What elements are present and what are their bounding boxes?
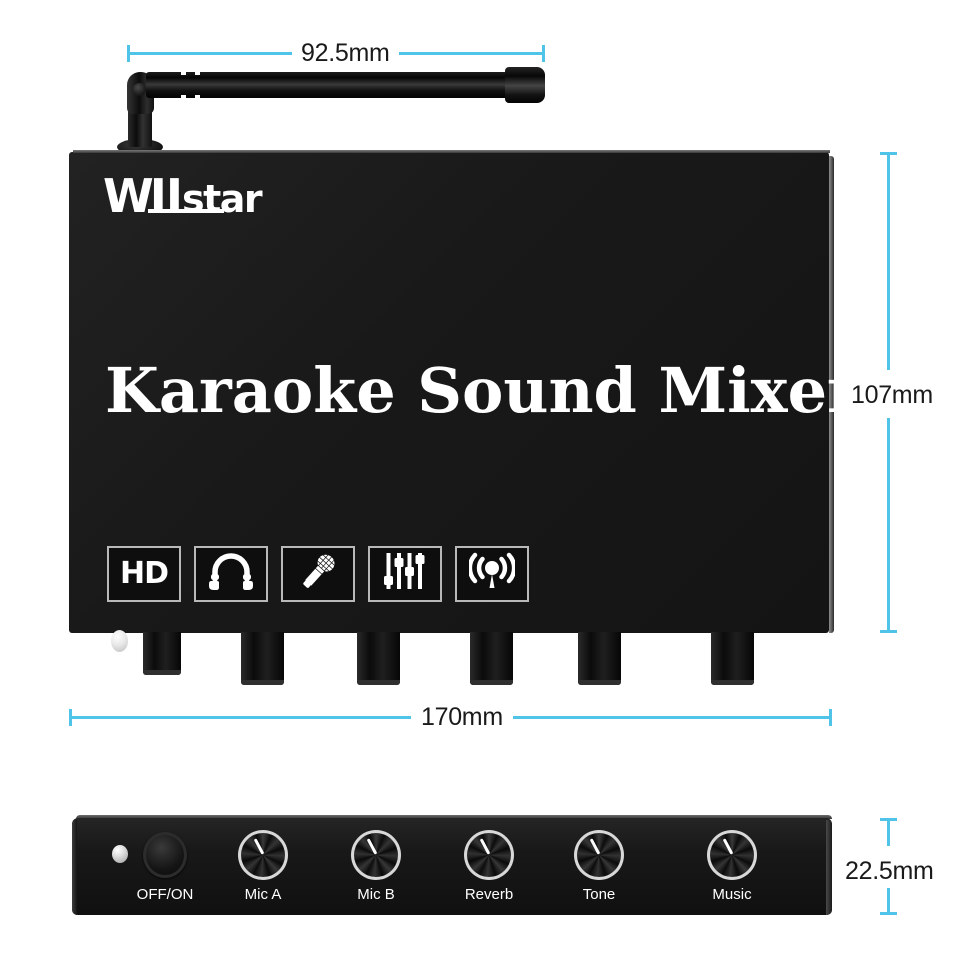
feature-hd: HD	[107, 546, 181, 602]
panel-height-label: 22.5mm	[845, 856, 934, 887]
hd-icon: HD	[119, 556, 169, 591]
antenna-pivot	[133, 83, 146, 96]
knob-mic-a[interactable]	[238, 830, 288, 880]
microphone-icon	[296, 551, 340, 598]
panel-height-cap-bottom	[880, 912, 897, 915]
knob-shaft-5	[578, 632, 621, 685]
antenna-notch-4	[195, 95, 200, 98]
knob-mic-b[interactable]	[351, 830, 401, 880]
panel-height-dimension-line-lower	[887, 888, 890, 915]
knob-mic-b-label: Mic B	[357, 886, 395, 903]
knob-tone[interactable]	[574, 830, 624, 880]
body-width-label: 170mm	[411, 705, 513, 730]
body-height-cap-bottom	[880, 630, 897, 633]
front-panel-right-edge	[826, 820, 832, 915]
knob-shaft-cap-1	[143, 670, 181, 675]
rear-led	[111, 630, 128, 652]
antenna-notch-2	[195, 72, 200, 75]
knob-tone-label: Tone	[582, 886, 616, 903]
body-width-cap-right	[829, 709, 832, 726]
feature-wireless	[455, 546, 529, 602]
logo-part-ii: II	[149, 169, 183, 223]
knob-mic-b-face	[354, 833, 398, 877]
body-height-dimension-line-upper	[887, 152, 890, 370]
power-button[interactable]	[143, 832, 187, 878]
knob-shaft-4	[470, 632, 513, 685]
power-led-indicator	[112, 845, 128, 863]
knob-music-label: Music	[712, 886, 752, 903]
knob-shaft-2	[241, 632, 284, 685]
knob-reverb-indicator	[479, 838, 491, 855]
feature-headphones	[194, 546, 268, 602]
knob-mic-a-label: Mic A	[244, 886, 282, 903]
body-height-cap-top	[880, 152, 897, 155]
product-dimension-diagram: 92.5mm WIIstar Karaoke Sound Mixer HD 10…	[0, 0, 960, 960]
knob-music[interactable]	[707, 830, 757, 880]
power-button-label: OFF/ON	[136, 886, 194, 903]
knob-shaft-1	[143, 632, 181, 675]
knob-shaft-cap-6	[711, 680, 754, 685]
body-height-label: 107mm	[851, 380, 933, 411]
feature-icon-row: HD	[107, 546, 529, 602]
antenna-dimension-cap-left	[127, 45, 130, 62]
knob-mic-a-indicator	[253, 838, 265, 855]
knob-shaft-cap-2	[241, 680, 284, 685]
front-panel-left-edge	[72, 820, 77, 915]
antenna-dimension-label: 92.5mm	[292, 41, 399, 66]
knob-mic-a-face	[241, 833, 285, 877]
page-title: Karaoke Sound Mixer	[105, 354, 860, 427]
headphones-icon	[208, 552, 254, 596]
antenna-tip	[505, 67, 545, 103]
logo-part-star: star	[181, 177, 263, 221]
equalizer-icon	[383, 551, 427, 598]
logo-part-w: W	[103, 169, 154, 223]
body-height-dimension-line-lower	[887, 418, 890, 633]
antenna-dimension-cap-right	[542, 45, 545, 62]
wireless-signal-icon	[467, 552, 517, 597]
panel-height-cap-top	[880, 818, 897, 821]
knob-reverb[interactable]	[464, 830, 514, 880]
knob-shaft-cap-4	[470, 680, 513, 685]
knob-tone-indicator	[589, 838, 601, 855]
knob-shaft-cap-3	[357, 680, 400, 685]
knob-shaft-cap-5	[578, 680, 621, 685]
body-width-cap-left	[69, 709, 72, 726]
knob-shaft-3	[357, 632, 400, 685]
antenna-notch-3	[181, 95, 186, 98]
knob-music-indicator	[722, 838, 734, 855]
feature-equalizer	[368, 546, 442, 602]
antenna-notch-1	[181, 72, 186, 75]
knob-tone-face	[577, 833, 621, 877]
logo-underline	[148, 209, 224, 213]
knob-reverb-label: Reverb	[464, 886, 514, 903]
panel-height-dimension-line-upper	[887, 818, 890, 846]
mixer-body-top-edge	[73, 150, 830, 153]
knob-shaft-6	[711, 632, 754, 685]
knob-music-face	[710, 833, 754, 877]
knob-reverb-face	[467, 833, 511, 877]
antenna-rod	[146, 72, 511, 98]
feature-microphone	[281, 546, 355, 602]
knob-mic-b-indicator	[366, 838, 378, 855]
